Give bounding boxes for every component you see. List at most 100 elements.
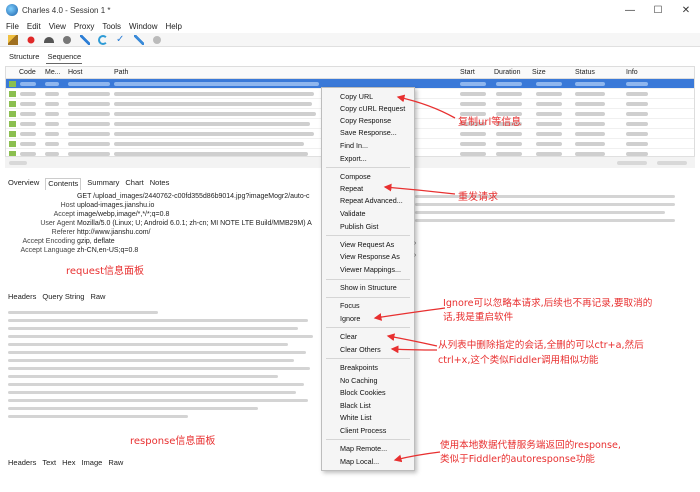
menu-item-map-remote[interactable]: Map Remote...	[340, 444, 387, 453]
col-status[interactable]: Status	[575, 69, 595, 76]
response-content-blurred	[8, 306, 324, 423]
request-icon	[9, 141, 16, 147]
menu-proxy[interactable]: Proxy	[74, 22, 94, 31]
tab-text[interactable]: Text	[42, 458, 56, 467]
tab-response-headers[interactable]: Headers	[8, 458, 36, 467]
tab-query-string[interactable]: Query String	[42, 292, 84, 301]
menu-item-block-cookies[interactable]: Block Cookies	[340, 388, 386, 397]
title-bar: Charles 4.0 - Session 1 *	[0, 0, 700, 20]
col-code[interactable]: Code	[19, 69, 36, 76]
header-row: Accept image/webp,image/*,*/*;q=0.8	[53, 211, 170, 218]
menu-item-view-response-as[interactable]: View Response As ›	[340, 252, 416, 261]
menu-item-copy-url[interactable]: Copy URL	[340, 92, 373, 101]
throttle-icon[interactable]	[44, 36, 54, 43]
menu-item-copy-response[interactable]: Copy Response	[340, 116, 391, 125]
menu-view[interactable]: View	[49, 22, 66, 31]
menu-item-publish-gist[interactable]: Publish Gist	[340, 222, 378, 231]
col-info[interactable]: Info	[626, 69, 638, 76]
request-icon	[9, 121, 16, 127]
menu-item-repeat[interactable]: Repeat	[340, 184, 363, 193]
tab-request-raw[interactable]: Raw	[90, 292, 105, 301]
window-title: Charles 4.0 - Session 1 *	[22, 5, 111, 15]
annotation-map-local-line2: 类似于Fiddler的autoresponse功能	[440, 454, 595, 465]
tab-chart[interactable]: Chart	[125, 178, 143, 190]
col-size[interactable]: Size	[532, 69, 546, 76]
menu-item-save-response[interactable]: Save Response...	[340, 128, 397, 137]
menu-item-export[interactable]: Export...	[340, 154, 367, 163]
header-row: Referer http://www.jianshu.com/	[51, 229, 151, 236]
menu-separator	[326, 358, 410, 359]
col-duration[interactable]: Duration	[494, 69, 520, 76]
refresh-icon[interactable]	[98, 34, 108, 45]
menu-item-no-caching[interactable]: No Caching	[340, 376, 378, 385]
menu-separator	[326, 167, 410, 168]
tab-notes[interactable]: Notes	[150, 178, 170, 190]
tab-image[interactable]: Image	[81, 458, 102, 467]
tab-overview[interactable]: Overview	[8, 178, 39, 190]
annotation-request-panel: request信息面板	[66, 266, 145, 277]
tab-response-raw[interactable]: Raw	[108, 458, 123, 467]
menu-item-viewer-mappings[interactable]: Viewer Mappings...	[340, 265, 401, 274]
col-path[interactable]: Path	[114, 69, 128, 76]
menu-item-client-process[interactable]: Client Process	[340, 426, 386, 435]
menu-item-repeat-advanced[interactable]: Repeat Advanced...	[340, 196, 403, 205]
request-panel: GET /upload_images/2440762-c00fd355d86b9…	[5, 190, 335, 290]
toolbar: ✓	[0, 33, 700, 47]
menu-edit[interactable]: Edit	[27, 22, 41, 31]
menu-file[interactable]: File	[6, 22, 19, 31]
menu-item-clear-others[interactable]: Clear Others	[340, 345, 381, 354]
menu-item-focus[interactable]: Focus	[340, 301, 360, 310]
tab-request-headers[interactable]: Headers	[8, 292, 36, 301]
menu-separator	[326, 235, 410, 236]
annotation-ignore-line2: 话,我是重启软件	[443, 312, 514, 323]
menu-item-show-in-structure[interactable]: Show in Structure	[340, 283, 397, 292]
table-header: Code Me... Host Path Start Duration Size…	[6, 67, 694, 79]
tab-sequence[interactable]: Sequence	[46, 52, 83, 64]
close-button[interactable]: ✕	[672, 0, 700, 20]
broom-icon[interactable]	[8, 34, 18, 45]
annotation-ignore-line1: Ignore可以忽略本请求,后续也不再记录,要取消的	[443, 298, 653, 309]
settings-icon[interactable]	[153, 35, 161, 44]
stop-icon[interactable]	[63, 35, 71, 44]
menu-window[interactable]: Window	[129, 22, 157, 31]
menu-item-clear[interactable]: Clear	[340, 332, 357, 341]
menu-tools[interactable]: Tools	[102, 22, 121, 31]
menu-help[interactable]: Help	[165, 22, 181, 31]
menu-item-view-request-as[interactable]: View Request As ›	[340, 240, 416, 249]
maximize-button[interactable]: ☐	[644, 0, 672, 20]
tab-hex[interactable]: Hex	[62, 458, 75, 467]
menu-separator	[326, 327, 410, 328]
header-row: User Agent Mozilla/5.0 (Linux; U; Androi…	[40, 220, 312, 227]
menu-separator	[326, 439, 410, 440]
menu-item-validate[interactable]: Validate	[340, 209, 365, 218]
pen-icon[interactable]	[80, 34, 90, 45]
annotation-response-panel: response信息面板	[130, 436, 216, 447]
view-tabs: Structure Sequence	[0, 52, 83, 64]
menu-item-compose[interactable]: Compose	[340, 172, 371, 181]
menu-item-map-local[interactable]: Map Local...	[340, 457, 379, 466]
menu-item-copy-curl-request[interactable]: Copy cURL Request	[340, 104, 405, 113]
col-start[interactable]: Start	[460, 69, 475, 76]
menu-item-breakpoints[interactable]: Breakpoints	[340, 363, 378, 372]
minimize-button[interactable]: —	[616, 0, 644, 20]
record-icon[interactable]	[27, 36, 35, 43]
menu-item-find-in[interactable]: Find In...	[340, 141, 368, 150]
request-icon	[9, 91, 16, 97]
annotation-clear-line2: ctrl+x,这个类似Fiddler调用相似功能	[438, 355, 599, 366]
menu-item-black-list[interactable]: Black List	[340, 401, 371, 410]
annotation-map-local-line1: 使用本地数据代替服务端返回的response,	[440, 440, 621, 451]
menu-item-ignore[interactable]: Ignore	[340, 314, 360, 323]
col-method[interactable]: Me...	[45, 69, 61, 76]
tools-icon[interactable]	[134, 34, 144, 45]
menu-bar: File Edit View Proxy Tools Window Help	[0, 20, 700, 32]
header-row: Accept Language zh-CN,en-US;q=0.8	[20, 247, 139, 254]
tab-contents[interactable]: Contents	[45, 178, 82, 190]
col-host[interactable]: Host	[68, 69, 82, 76]
request-icon	[9, 101, 16, 107]
chevron-right-icon: ›	[414, 252, 417, 259]
tab-summary[interactable]: Summary	[87, 178, 119, 190]
menu-item-white-list[interactable]: White List	[340, 413, 372, 422]
check-icon[interactable]: ✓	[116, 34, 126, 45]
tab-structure[interactable]: Structure	[8, 52, 40, 64]
request-icon	[9, 81, 16, 87]
